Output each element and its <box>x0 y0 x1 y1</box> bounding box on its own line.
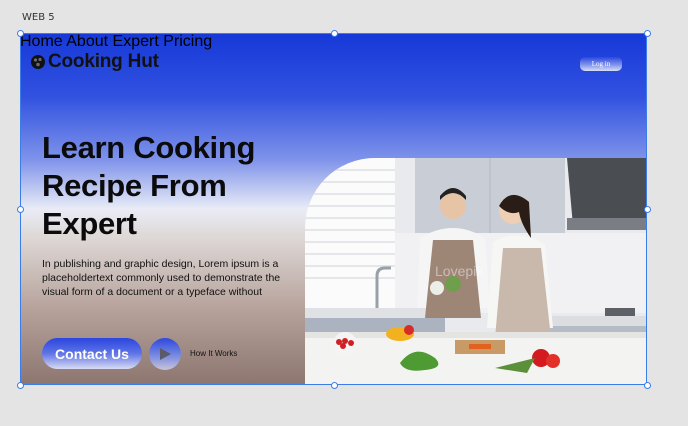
hero-desc-line-1: In publishing and graphic design, Lorem … <box>42 258 279 270</box>
contact-us-button[interactable]: Contact Us <box>42 338 142 369</box>
how-it-works-link[interactable]: How It Works <box>190 349 237 358</box>
resize-handle-top-left[interactable] <box>17 30 24 37</box>
resize-handle-right[interactable] <box>644 206 651 213</box>
nav-pricing[interactable]: Pricing <box>163 33 212 50</box>
resize-handle-top-right[interactable] <box>644 30 651 37</box>
brand-name: Cooking Hut <box>48 51 159 72</box>
hero-photo: Lovepik <box>305 158 647 385</box>
hero-description: In publishing and graphic design, Lorem … <box>42 257 300 299</box>
hero-title: Learn Cooking Recipe From Expert <box>42 129 302 243</box>
kitchen-photo-illustration: Lovepik <box>305 158 647 385</box>
resize-handle-top[interactable] <box>331 30 338 37</box>
brand[interactable]: Cooking Hut <box>30 51 159 73</box>
play-button[interactable] <box>149 338 181 370</box>
login-button[interactable]: Log in <box>580 57 622 71</box>
resize-handle-bottom[interactable] <box>331 382 338 389</box>
hero-title-line-2: Recipe From <box>42 168 227 203</box>
resize-handle-left[interactable] <box>17 206 24 213</box>
photo-watermark: Lovepik <box>435 263 484 279</box>
artboard-label[interactable]: WEB 5 <box>22 12 55 23</box>
hero-desc-line-3: visual form of a document or a typeface … <box>42 286 263 298</box>
landing-page-frame[interactable]: Cooking Hut Home About Expert Pricing Lo… <box>20 33 647 385</box>
play-icon <box>160 348 171 360</box>
resize-handle-bottom-right[interactable] <box>644 382 651 389</box>
hero-title-line-1: Learn Cooking <box>42 130 256 165</box>
resize-handle-bottom-left[interactable] <box>17 382 24 389</box>
nav-expert[interactable]: Expert <box>113 33 159 50</box>
hero-desc-line-2: placeholdertext commonly used to demonst… <box>42 272 281 284</box>
chef-logo-icon <box>31 55 45 69</box>
hero-title-line-3: Expert <box>42 206 137 241</box>
nav-home[interactable]: Home <box>20 33 63 50</box>
nav-about[interactable]: About <box>66 33 108 50</box>
